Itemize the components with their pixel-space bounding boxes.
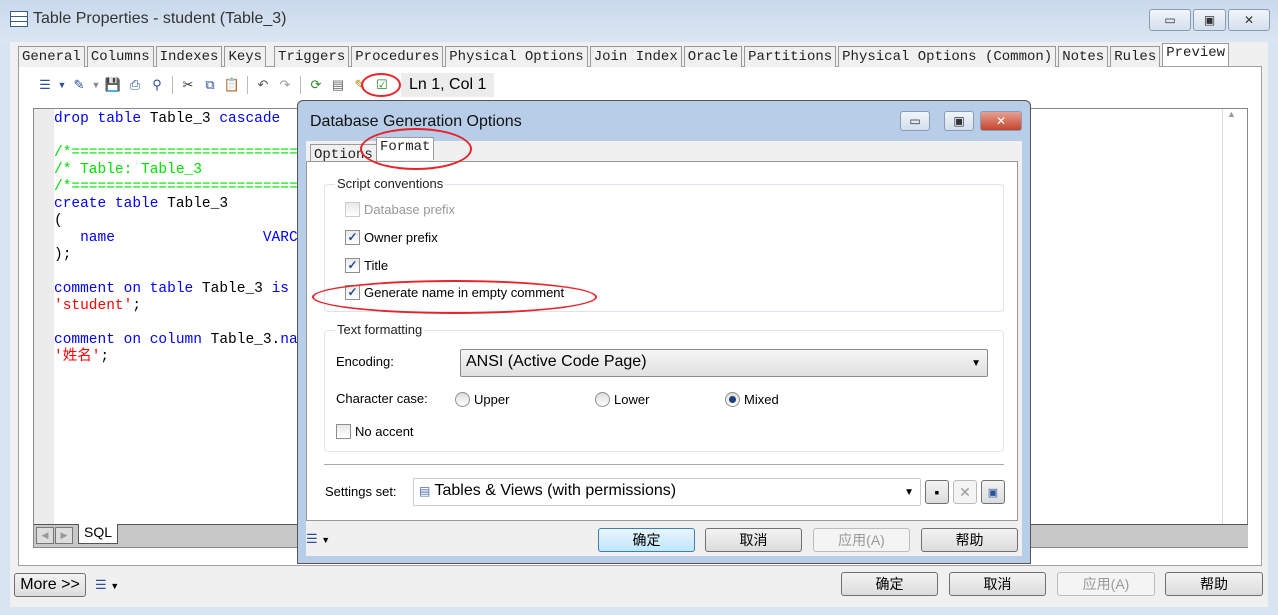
refresh-icon[interactable]: ⟳ [307, 76, 325, 94]
print-icon[interactable]: ⎙ [126, 76, 144, 94]
dialog-help-button[interactable]: 帮助 [921, 528, 1018, 552]
properties-icon[interactable]: ▤ [329, 76, 347, 94]
vertical-scrollbar[interactable]: ▲ [1222, 109, 1240, 524]
ok-button[interactable]: 确定 [841, 572, 938, 596]
cut-icon[interactable]: ✂ [179, 76, 197, 94]
tab-notes[interactable]: Notes [1058, 46, 1109, 67]
chevron-down-icon: ▼ [971, 358, 981, 369]
window-titlebar: Table Properties - student (Table_3) ▭ ▣… [0, 0, 1278, 42]
encoding-label: Encoding: [336, 354, 394, 369]
highlight-ellipse [312, 280, 597, 314]
chevron-down-icon: ▼ [904, 487, 914, 498]
tab-triggers[interactable]: Triggers [274, 46, 350, 67]
copy-icon[interactable]: ⧉ [201, 76, 219, 94]
radio-mixed[interactable]: Mixed [725, 392, 779, 407]
encoding-select[interactable]: ANSI (Active Code Page) ▼ [460, 349, 988, 377]
scroll-left-icon[interactable]: ◀ [36, 527, 54, 544]
format-icon[interactable]: ☰ [36, 76, 54, 94]
settings-set-label: Settings set: [325, 484, 397, 499]
dialog-maximize-button[interactable]: ▣ [944, 111, 974, 131]
format-menu-icon[interactable]: ☰ ▼ [95, 577, 119, 593]
cursor-position: Ln 1, Col 1 [401, 73, 495, 97]
text-formatting-group: Text formatting Encoding: ANSI (Active C… [324, 322, 1004, 452]
preview-toolbar: ☰ ▼ ✎ ▼ 💾 ⎙ ⚲ ✂ ⧉ 📋 ↶ ↷ ⟳ ▤ ✎ ☑ Ln 1, Col … [36, 73, 495, 97]
tab-preview[interactable]: Preview [1162, 43, 1230, 66]
dialog-close-button[interactable]: ✕ [980, 111, 1022, 131]
owner-prefix-checkbox[interactable]: ✓ Owner prefix [345, 230, 438, 245]
settings-icon: ▤ [419, 484, 431, 498]
window-title: Table Properties - student (Table_3) [33, 10, 287, 27]
apply-button[interactable]: 应用(A) [1057, 572, 1155, 596]
tab-indexes[interactable]: Indexes [155, 46, 223, 67]
tab-partitions[interactable]: Partitions [744, 46, 837, 67]
tab-physical-options[interactable]: Physical Options [445, 46, 588, 67]
scroll-right-icon[interactable]: ▶ [55, 527, 73, 544]
title-checkbox[interactable]: ✓ Title [345, 258, 388, 273]
maximize-button[interactable]: ▣ [1193, 9, 1226, 31]
delete-settings-button[interactable]: ✕ [953, 480, 977, 504]
settings-set-select[interactable]: ▤ Tables & Views (with permissions) ▼ [413, 478, 921, 506]
database-prefix-checkbox[interactable]: Database prefix [345, 202, 455, 217]
redo-icon[interactable]: ↷ [276, 76, 294, 94]
settings-file-button[interactable]: ▣ [981, 480, 1005, 504]
tab-join-index[interactable]: Join Index [589, 46, 682, 67]
tab-general[interactable]: General [18, 46, 85, 67]
group-label: Text formatting [335, 322, 425, 337]
save-settings-button[interactable]: ▪ [925, 480, 949, 504]
character-case-label: Character case: [336, 391, 428, 406]
property-tabs: General Columns Indexes Keys Triggers Procedu… [18, 43, 1231, 67]
save-icon[interactable]: 💾 [104, 76, 122, 94]
tab-sql[interactable]: SQL [78, 524, 118, 544]
more-button[interactable]: More >> [14, 573, 86, 597]
tab-oracle[interactable]: Oracle [683, 46, 743, 67]
tab-columns[interactable]: Columns [86, 46, 154, 67]
tab-rules[interactable]: Rules [1110, 46, 1161, 67]
find-icon[interactable]: ⚲ [148, 76, 166, 94]
edit-icon[interactable]: ✎ [70, 76, 88, 94]
tab-keys[interactable]: Keys [224, 46, 267, 67]
radio-upper[interactable]: Upper [455, 392, 509, 407]
dialog-cancel-button[interactable]: 取消 [705, 528, 802, 552]
tab-procedures[interactable]: Procedures [351, 46, 444, 67]
dialog-ok-button[interactable]: 确定 [598, 528, 695, 552]
close-button[interactable]: ✕ [1228, 9, 1270, 31]
undo-icon[interactable]: ↶ [254, 76, 272, 94]
dialog-apply-button[interactable]: 应用(A) [813, 528, 910, 552]
editor-gutter [34, 109, 54, 524]
highlight-ellipse [361, 73, 401, 97]
no-accent-checkbox[interactable]: No accent [336, 424, 414, 439]
format-menu-icon[interactable]: ☰ ▼ [306, 531, 330, 547]
minimize-button[interactable]: ▭ [1149, 9, 1191, 31]
group-label: Script conventions [335, 176, 446, 191]
format-pane: Script conventions Database prefix ✓ Owne… [306, 161, 1018, 521]
highlight-ellipse [360, 128, 472, 170]
help-button[interactable]: 帮助 [1165, 572, 1263, 596]
dialog-minimize-button[interactable]: ▭ [900, 111, 930, 131]
tab-physical-options-common-[interactable]: Physical Options (Common) [838, 46, 1057, 67]
radio-lower[interactable]: Lower [595, 392, 649, 407]
paste-icon[interactable]: 📋 [223, 76, 241, 94]
cancel-button[interactable]: 取消 [949, 572, 1046, 596]
table-icon [10, 11, 28, 27]
